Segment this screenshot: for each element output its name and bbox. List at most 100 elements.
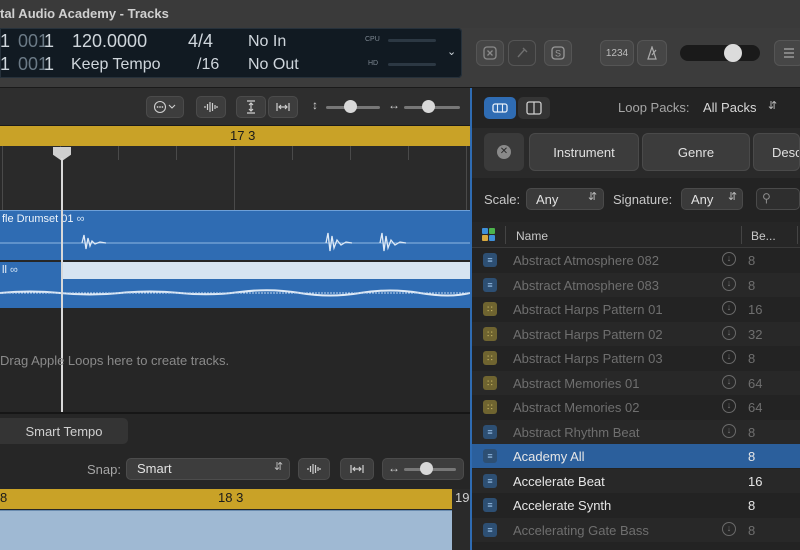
loop-row[interactable]: ∷ Abstract Harps Pattern 02 ↓ 32: [472, 321, 800, 346]
loop-row[interactable]: ≡ Abstract Atmosphere 083 ↓ 8: [472, 272, 800, 297]
download-icon[interactable]: ↓: [722, 374, 736, 389]
snap-label: Snap:: [87, 462, 121, 477]
midi-loop-icon: ∷: [483, 400, 497, 414]
loop-beats: 8: [748, 424, 756, 440]
loop-row[interactable]: ≡ Accelerate Beat 16: [472, 468, 800, 493]
metronome-button[interactable]: [637, 40, 667, 66]
download-icon[interactable]: ↓: [722, 301, 736, 315]
vertical-zoom-knob[interactable]: [344, 100, 357, 113]
window-title: tal Audio Academy - Tracks: [0, 6, 169, 21]
scale-label: Scale:: [484, 192, 521, 207]
signature-label: Signature:: [613, 192, 673, 207]
chevron-updown-icon: ⇵: [274, 461, 284, 473]
time-signature[interactable]: 4/4: [188, 31, 213, 52]
loop-beats: 16: [748, 302, 763, 317]
loop-packs-select[interactable]: All Packs: [703, 100, 756, 115]
audio-loop-icon: ≡: [483, 277, 497, 292]
tuner-button[interactable]: [508, 40, 536, 66]
loop-row[interactable]: ∷ Abstract Harps Pattern 01 ↓ 16: [472, 297, 800, 321]
loop-name: Abstract Atmosphere 083: [513, 277, 659, 293]
bar-ruler[interactable]: [0, 146, 470, 210]
midi-loop-icon: ∷: [483, 351, 497, 365]
more-options-button[interactable]: [146, 96, 184, 118]
download-icon[interactable]: ↓: [722, 399, 736, 413]
column-separator: [741, 226, 742, 244]
editor-audio-region[interactable]: [0, 510, 452, 550]
control-bar: 1 001 1 1 001 1 120.0000 Keep Tempo 4/4 …: [0, 28, 800, 88]
loop-name: Abstract Harps Pattern 02: [513, 326, 663, 342]
loop-row[interactable]: ≡ Academy All 8: [472, 444, 800, 468]
audio-loop-icon: ≡: [483, 253, 497, 267]
region-header-selected[interactable]: [63, 262, 470, 279]
download-icon[interactable]: ↓: [722, 325, 736, 340]
loop-name: Accelerate Synth: [513, 498, 612, 513]
download-icon[interactable]: ↓: [722, 350, 736, 364]
download-icon[interactable]: ↓: [722, 276, 736, 291]
solo-button[interactable]: S: [544, 40, 572, 66]
division-value[interactable]: /16: [197, 56, 219, 74]
loop-row[interactable]: ≡ Accelerate Synth 8: [472, 493, 800, 517]
chevron-down-icon[interactable]: ⌄: [447, 45, 457, 58]
master-volume-knob[interactable]: [724, 44, 742, 62]
list-editors-button[interactable]: [774, 40, 800, 66]
loop-beats: 8: [748, 498, 756, 513]
horizontal-zoom-knob[interactable]: [422, 100, 435, 113]
editor-divider[interactable]: [0, 412, 470, 414]
loop-name: Abstract Harps Pattern 03: [513, 351, 663, 366]
cpu-label: CPU: [365, 36, 380, 43]
midi-loop-icon: ∷: [483, 326, 497, 341]
loop-row[interactable]: ≡ Abstract Rhythm Beat ↓ 8: [472, 419, 800, 444]
clear-icon[interactable]: ✕: [497, 145, 511, 159]
tempo-mode[interactable]: Keep Tempo: [71, 56, 161, 74]
playhead-line[interactable]: [61, 158, 63, 412]
midi-loop-icon: ∷: [483, 375, 497, 390]
button-view-button[interactable]: [484, 97, 516, 119]
audio-loop-icon: ≡: [483, 449, 497, 463]
signature-value: Any: [691, 192, 714, 207]
key-output[interactable]: No Out: [248, 56, 299, 74]
column-header-name[interactable]: Name: [516, 229, 548, 243]
lcd-display[interactable]: 1 001 1 1 001 1 120.0000 Keep Tempo 4/4 …: [0, 28, 462, 78]
ellipsis-circle-icon: [153, 100, 176, 114]
column-view-icon: [526, 101, 542, 115]
loop-beats: 64: [748, 400, 763, 415]
loop-name: Abstract Atmosphere 082: [513, 253, 659, 268]
loop-row[interactable]: ∷ Abstract Memories 02 ↓ 64: [472, 395, 800, 419]
replace-mode-button[interactable]: [476, 40, 504, 66]
count-in-button[interactable]: 1234: [600, 40, 634, 66]
tempo-value[interactable]: 120.0000: [72, 31, 147, 52]
loop-beats: 16: [748, 473, 763, 489]
vertical-fit-icon: [247, 100, 255, 114]
drop-hint-text: Drag Apple Loops here to create tracks.: [0, 353, 230, 368]
position-div-bottom: 1: [44, 54, 55, 74]
editor-waveform-zoom-button[interactable]: [298, 458, 330, 480]
color-grid-icon[interactable]: [482, 228, 495, 241]
column-header-beats[interactable]: Be...: [751, 229, 776, 243]
loop-beats: 64: [748, 375, 763, 391]
filter-instrument-button[interactable]: Instrument: [529, 133, 639, 171]
download-icon[interactable]: ↓: [722, 521, 736, 536]
key-input[interactable]: No In: [248, 33, 286, 51]
editor-horizontal-fit-button[interactable]: [340, 458, 374, 480]
smart-tempo-button[interactable]: Smart Tempo: [0, 418, 128, 444]
column-view-button[interactable]: [518, 97, 550, 119]
horizontal-fit-button[interactable]: [268, 96, 298, 118]
waveform-icon: [204, 102, 218, 112]
master-volume-slider[interactable]: [680, 45, 760, 61]
vertical-fit-button[interactable]: [236, 96, 266, 118]
waveform-zoom-button[interactable]: [196, 96, 226, 118]
loop-row[interactable]: ≡ Accelerating Gate Bass ↓ 8: [472, 517, 800, 542]
filter-genre-button[interactable]: Genre: [642, 133, 750, 171]
loop-row[interactable]: ∷ Abstract Memories 01 ↓ 64: [472, 370, 800, 395]
loop-beats: 8: [748, 351, 756, 366]
editor-zoom-knob[interactable]: [420, 462, 433, 475]
download-icon[interactable]: ↓: [722, 423, 736, 438]
horizontal-zoom-icon: ↔: [388, 461, 400, 475]
chevron-updown-icon[interactable]: ⇵: [768, 99, 777, 112]
filter-descriptors-button[interactable]: Desc: [753, 133, 800, 171]
vertical-zoom-icon: ↕: [312, 98, 318, 112]
loop-row[interactable]: ∷ Abstract Harps Pattern 03 ↓ 8: [472, 346, 800, 370]
loop-row[interactable]: ≡ Abstract Atmosphere 082 ↓ 8: [472, 248, 800, 272]
download-icon[interactable]: ↓: [722, 252, 736, 266]
loop-beats: 8: [748, 277, 756, 293]
